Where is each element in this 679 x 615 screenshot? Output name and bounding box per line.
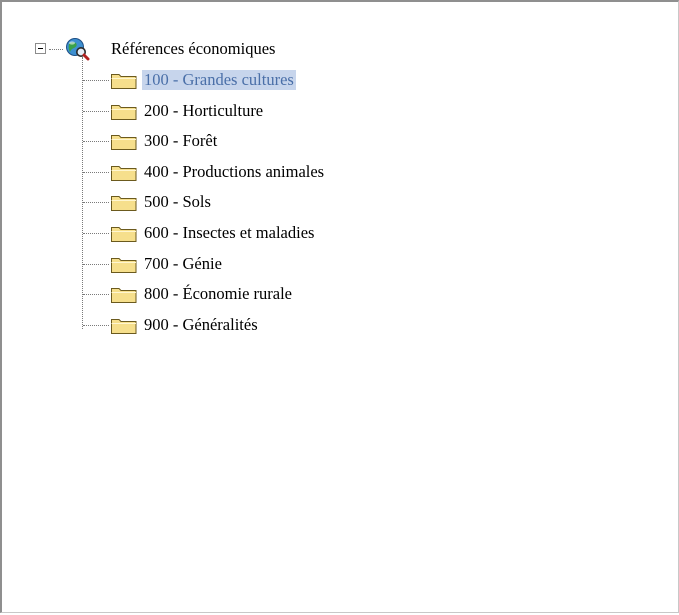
tree-connector <box>83 264 109 265</box>
tree-item[interactable]: 400 - Productions animales <box>2 161 679 183</box>
globe-search-icon <box>66 38 90 61</box>
folder-icon <box>111 196 137 211</box>
folder-icon <box>111 74 137 89</box>
tree-item-label: 500 - Sols <box>144 192 211 211</box>
folder-icon <box>111 258 137 273</box>
tree-item-label: 900 - Généralités <box>144 315 258 334</box>
tree-item[interactable]: 100 - Grandes cultures <box>2 69 679 91</box>
tree-item[interactable]: 200 - Horticulture <box>2 100 679 122</box>
tree-item[interactable]: 700 - Génie <box>2 253 679 275</box>
tree-item[interactable]: 800 - Économie rurale <box>2 283 679 305</box>
tree-connector <box>83 294 109 295</box>
tree-connector <box>83 111 109 112</box>
tree-item[interactable]: 900 - Généralités <box>2 314 679 336</box>
tree-connector <box>49 49 63 50</box>
tree-connector <box>83 80 109 81</box>
folder-icon <box>111 288 137 303</box>
folder-icon <box>111 166 137 181</box>
tree-item[interactable]: 300 - Forêt <box>2 130 679 152</box>
tree-item-label: 600 - Insectes et maladies <box>144 223 315 242</box>
tree-connector <box>83 233 109 234</box>
tree-root-label[interactable]: Références économiques <box>111 39 275 59</box>
tree-view-panel: Références économiques 100 - Grandes cul… <box>0 0 679 613</box>
tree-item-label: 800 - Économie rurale <box>144 284 292 303</box>
tree-item[interactable]: 600 - Insectes et maladies <box>2 222 679 244</box>
tree-connector <box>83 325 109 326</box>
tree-item-label: 100 - Grandes cultures <box>142 70 296 90</box>
folder-icon <box>111 227 137 242</box>
collapse-toggle-icon[interactable] <box>35 43 46 54</box>
tree-item-label: 300 - Forêt <box>144 131 218 150</box>
tree-connector <box>83 141 109 142</box>
folder-icon <box>111 105 137 120</box>
tree-item-label: 700 - Génie <box>144 254 222 273</box>
tree-connector <box>83 172 109 173</box>
tree-connector <box>83 202 109 203</box>
folder-icon <box>111 319 137 334</box>
tree-view: Références économiques 100 - Grandes cul… <box>2 2 679 615</box>
tree-item[interactable]: 500 - Sols <box>2 191 679 213</box>
tree-item-label: 200 - Horticulture <box>144 101 264 120</box>
tree-item-label: 400 - Productions animales <box>144 162 325 181</box>
folder-icon <box>111 135 137 150</box>
